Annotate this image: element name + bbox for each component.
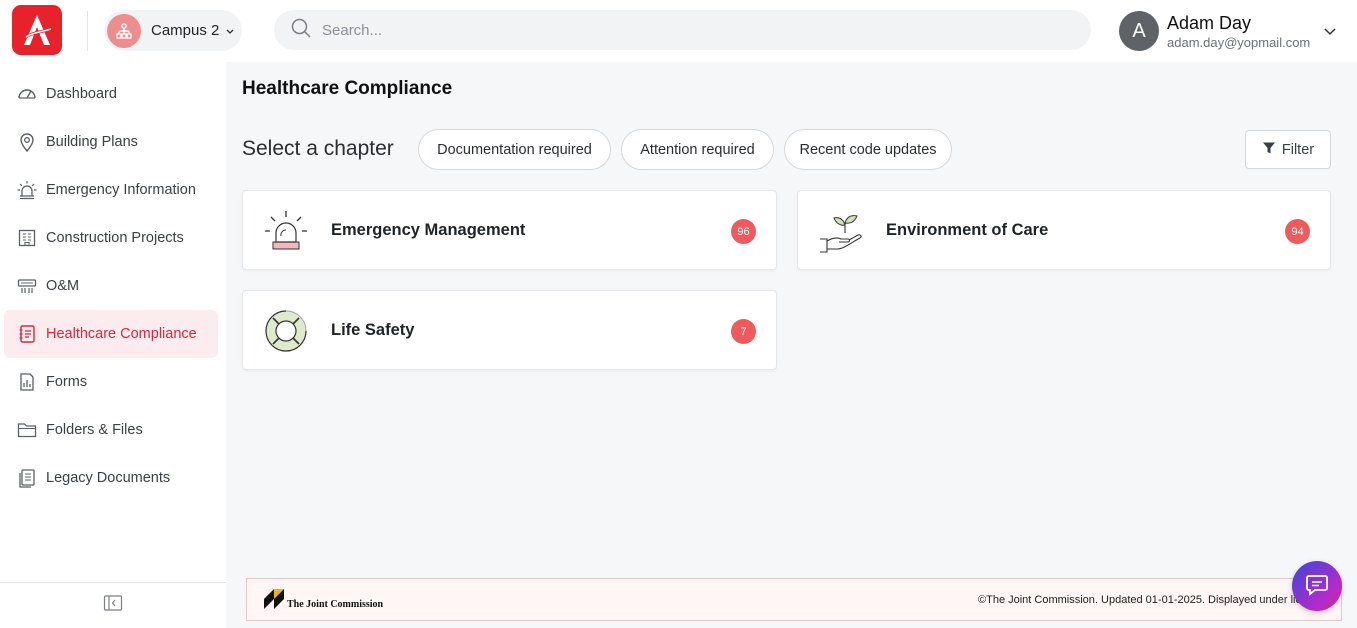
speedometer-icon xyxy=(16,83,38,105)
chapter-card-life-safety[interactable]: Life Safety 7 xyxy=(242,290,777,370)
sidebar-footer xyxy=(0,582,226,628)
select-chapter-label: Select a chapter xyxy=(242,137,394,160)
header-divider xyxy=(87,11,88,51)
campus-label: Campus 2 xyxy=(151,22,220,39)
sidebar-item-label: Emergency Information xyxy=(46,182,196,198)
alarm-light-icon xyxy=(16,179,38,201)
sidebar-item-om[interactable]: O&M xyxy=(4,262,218,310)
filter-button[interactable]: Filter xyxy=(1245,130,1331,169)
sidebar-item-dashboard[interactable]: Dashboard xyxy=(4,70,218,118)
avatar: A xyxy=(1119,11,1159,51)
sidebar: Dashboard Building Plans Emergency Infor… xyxy=(0,62,226,628)
sidebar-item-folders-files[interactable]: Folders & Files xyxy=(4,406,218,454)
filter-funnel-icon xyxy=(1262,141,1276,159)
chat-button[interactable] xyxy=(1292,561,1342,611)
chapter-count-badge: 94 xyxy=(1285,219,1310,244)
sidebar-item-label: Forms xyxy=(46,374,88,390)
sidebar-item-healthcare-compliance[interactable]: Healthcare Compliance xyxy=(4,310,218,358)
hand-plant-icon xyxy=(816,206,866,256)
sidebar-item-label: Dashboard xyxy=(46,86,117,102)
form-chart-icon xyxy=(16,371,38,393)
sidebar-item-emergency-information[interactable]: Emergency Information xyxy=(4,166,218,214)
user-menu[interactable]: A Adam Day adam.day@yopmail.com xyxy=(1119,8,1349,54)
footer: The Joint Commission ©The Joint Commissi… xyxy=(246,578,1342,621)
chapter-count-badge: 7 xyxy=(731,319,756,344)
top-bar: Campus 2 A Adam Day adam.day@yopmail.com xyxy=(0,0,1357,62)
page-title: Healthcare Compliance xyxy=(242,78,453,99)
chevron-down-icon xyxy=(1323,24,1337,43)
chat-bubble-icon xyxy=(1305,572,1329,601)
sidebar-item-label: Legacy Documents xyxy=(46,470,171,486)
chapter-count-badge: 96 xyxy=(731,219,756,244)
joint-commission-mark-icon xyxy=(264,589,284,609)
logo-a-icon xyxy=(24,15,52,45)
chapter-card-environment-of-care[interactable]: Environment of Care 94 xyxy=(797,190,1331,270)
user-name: Adam Day xyxy=(1167,12,1252,33)
folder-icon xyxy=(16,419,38,441)
sidebar-item-legacy-documents[interactable]: Legacy Documents xyxy=(4,454,218,502)
chip-documentation-required[interactable]: Documentation required xyxy=(418,129,611,170)
collapse-sidebar-icon[interactable] xyxy=(103,594,123,617)
building-icon xyxy=(16,227,38,249)
joint-commission-logo: The Joint Commission xyxy=(263,588,383,610)
chip-recent-code-updates[interactable]: Recent code updates xyxy=(784,129,952,170)
chapter-title: Emergency Management xyxy=(331,221,526,239)
search-bar[interactable] xyxy=(274,10,1091,50)
sidebar-item-label: Building Plans xyxy=(46,134,138,150)
sidebar-item-label: Folders & Files xyxy=(46,422,143,438)
map-pin-icon xyxy=(16,131,38,153)
hvac-unit-icon xyxy=(16,275,38,297)
chapter-card-emergency-management[interactable]: Emergency Management 96 xyxy=(242,190,777,270)
sidebar-nav: Dashboard Building Plans Emergency Infor… xyxy=(4,70,218,502)
campus-selector[interactable]: Campus 2 xyxy=(104,10,242,51)
sidebar-item-label: O&M xyxy=(46,278,80,294)
siren-icon xyxy=(261,206,311,256)
sidebar-item-label: Healthcare Compliance xyxy=(46,326,197,342)
documents-icon xyxy=(16,467,38,489)
chevron-down-icon xyxy=(225,26,235,36)
clipboard-icon xyxy=(16,323,38,345)
footer-copyright: ©The Joint Commission. Updated 01-01-202… xyxy=(978,594,1301,606)
filter-label: Filter xyxy=(1281,141,1315,158)
campus-network-icon xyxy=(107,13,141,48)
sidebar-item-label: Construction Projects xyxy=(46,230,184,246)
chapter-title: Life Safety xyxy=(331,321,415,339)
lifebuoy-icon xyxy=(261,306,311,356)
search-icon xyxy=(290,17,312,44)
sidebar-item-forms[interactable]: Forms xyxy=(4,358,218,406)
search-input[interactable] xyxy=(322,21,1022,39)
user-email: adam.day@yopmail.com xyxy=(1167,34,1311,50)
app-logo[interactable] xyxy=(12,5,62,55)
chip-attention-required[interactable]: Attention required xyxy=(621,129,774,170)
sidebar-item-construction-projects[interactable]: Construction Projects xyxy=(4,214,218,262)
sidebar-item-building-plans[interactable]: Building Plans xyxy=(4,118,218,166)
footer-brand: The Joint Commission xyxy=(287,598,384,610)
chapter-title: Environment of Care xyxy=(886,221,1049,239)
